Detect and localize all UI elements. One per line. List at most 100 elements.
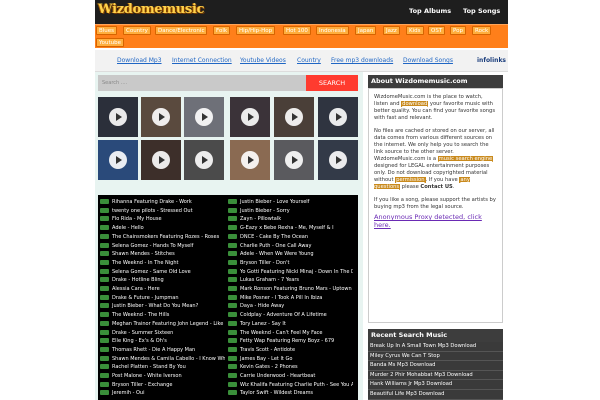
song-row[interactable]: Rachel Platten - Stand By You <box>100 363 225 371</box>
video-thumbnail[interactable] <box>184 97 224 137</box>
song-row[interactable]: The Weeknd - The Hills <box>100 311 225 319</box>
recent-search-item[interactable]: Hank Williams Jr Mp3 Download <box>368 380 503 390</box>
song-row[interactable]: Mark Ronson Featuring Bruno Mars - Uptow… <box>228 285 353 293</box>
download-icon[interactable] <box>228 329 237 335</box>
download-icon[interactable] <box>228 381 237 387</box>
genre-country[interactable]: Country <box>123 26 151 35</box>
nav-top-songs[interactable]: Top Songs <box>463 7 500 15</box>
download-icon[interactable] <box>228 294 237 300</box>
download-icon[interactable] <box>228 312 237 318</box>
video-thumbnail[interactable] <box>141 140 181 180</box>
video-thumbnail[interactable] <box>98 97 138 137</box>
recent-search-item[interactable]: Break Up In A Small Town Mp3 Download <box>368 342 503 352</box>
link-youtube-videos[interactable]: Youtube Videos <box>240 57 286 64</box>
video-thumbnail[interactable] <box>230 97 270 137</box>
song-row[interactable]: twenty one pilots - Stressed Out <box>100 207 225 215</box>
song-row[interactable]: Bryson Tiller - Exchange <box>100 381 225 389</box>
download-icon[interactable] <box>100 346 109 352</box>
download-icon[interactable] <box>228 225 237 231</box>
song-row[interactable]: DNCE - Cake By The Ocean <box>228 233 353 241</box>
download-icon[interactable] <box>100 329 109 335</box>
genre-hip-hop[interactable]: Hip/Hip-Hop <box>236 26 276 35</box>
proxy-warning-link[interactable]: Anonymous Proxy detected, click here. <box>374 213 499 229</box>
download-icon[interactable] <box>228 346 237 352</box>
contact-us-link[interactable]: Contact US <box>420 184 452 190</box>
song-row[interactable]: Drake & Future - Jumpman <box>100 294 225 302</box>
video-thumbnail[interactable] <box>274 140 314 180</box>
song-row[interactable]: Zayn - Pillowtalk <box>228 215 353 223</box>
song-row[interactable]: Alessia Cara - Here <box>100 285 225 293</box>
recent-search-item[interactable]: Banda Ms Mp3 Download <box>368 361 503 371</box>
genre-ost[interactable]: OST <box>428 26 446 35</box>
genre-folk[interactable]: Folk <box>213 26 231 35</box>
song-row[interactable]: Post Malone - White Iverson <box>100 372 225 380</box>
download-icon[interactable] <box>228 199 237 204</box>
song-row[interactable]: G-Eazy x Bebe Rexha - Me, Myself & I <box>228 224 353 232</box>
song-row[interactable]: Lukas Graham - 7 Years <box>228 276 353 284</box>
search-button[interactable]: SEARCH <box>306 75 358 91</box>
song-row[interactable]: Drake - Summer Sixteen <box>100 329 225 337</box>
song-row[interactable]: Elle King - Ex's & Oh's <box>100 337 225 345</box>
download-icon[interactable] <box>100 216 109 222</box>
genre-rock[interactable]: Rock <box>472 26 492 35</box>
download-icon[interactable] <box>100 312 109 318</box>
song-row[interactable]: Thomas Rhett - Die A Happy Man <box>100 346 225 354</box>
download-icon[interactable] <box>100 355 109 361</box>
link-country[interactable]: Country <box>297 57 321 64</box>
song-row[interactable]: Tory Lanez - Say It <box>228 320 353 328</box>
recent-search-item[interactable]: Beautiful Life Mp3 Download <box>368 389 503 400</box>
download-icon[interactable] <box>228 277 237 283</box>
song-row[interactable]: Kevin Gates - 2 Phones <box>228 363 353 371</box>
download-icon[interactable] <box>100 233 109 239</box>
song-row[interactable]: Coldplay - Adventure Of A Lifetime <box>228 311 353 319</box>
recent-search-item[interactable]: Murder 2 Phir Mohabbat Mp3 Download <box>368 370 503 381</box>
genre-japan[interactable]: Japan <box>355 26 377 35</box>
genre-blues[interactable]: Blues <box>96 26 118 35</box>
song-row[interactable]: Flo Rida - My House <box>100 215 225 223</box>
song-row[interactable]: Mike Posner - I Took A Pill In Ibiza <box>228 294 353 302</box>
song-row[interactable]: Selena Gomez - Same Old Love <box>100 268 225 276</box>
song-row[interactable]: Shawn Mendes - Stitches <box>100 250 225 258</box>
song-row[interactable]: Carrie Underwood - Heartbeat <box>228 372 353 380</box>
download-icon[interactable] <box>228 320 237 326</box>
song-row[interactable]: Taylor Swift - Wildest Dreams <box>228 389 353 397</box>
song-row[interactable]: The Weeknd - Can't Feel My Face <box>228 329 353 337</box>
download-icon[interactable] <box>100 320 109 326</box>
link-free-mp3-downloads[interactable]: Free mp3 downloads <box>331 57 393 64</box>
download-icon[interactable] <box>228 207 237 213</box>
song-row[interactable]: Justin Bieber - Love Yourself <box>228 198 353 206</box>
genre-hot-100[interactable]: Hot 100 <box>283 26 311 35</box>
download-icon[interactable] <box>100 251 109 257</box>
download-icon[interactable] <box>228 251 237 257</box>
video-thumbnail[interactable] <box>274 97 314 137</box>
recent-search-item[interactable]: Miley Cyrus We Can T Stop <box>368 351 503 362</box>
song-row[interactable]: Justin Bieber - What Do You Mean? <box>100 302 225 310</box>
nav-top-albums[interactable]: Top Albums <box>409 7 451 15</box>
download-icon[interactable] <box>228 216 237 222</box>
link-download-mp3[interactable]: Download Mp3 <box>117 57 162 64</box>
download-icon[interactable] <box>228 364 237 370</box>
video-thumbnail[interactable] <box>318 97 358 137</box>
genre-dance-electronic[interactable]: Dance/Electronic <box>155 26 208 35</box>
site-logo[interactable]: Wizdomemusic <box>98 2 205 17</box>
song-row[interactable]: Bryson Tiller - Don't <box>228 259 353 267</box>
download-icon[interactable] <box>228 233 237 239</box>
download-icon[interactable] <box>100 338 109 344</box>
download-icon[interactable] <box>228 242 237 248</box>
song-row[interactable]: Shawn Mendes & Camila Cabello - I Know W… <box>100 355 225 363</box>
download-icon[interactable] <box>228 355 237 361</box>
song-row[interactable]: Fetty Wap Featuring Remy Boyz - 679 <box>228 337 353 345</box>
download-icon[interactable] <box>228 286 237 291</box>
song-row[interactable]: Wiz Khalifa Featuring Charlie Puth - See… <box>228 381 353 389</box>
download-icon[interactable] <box>100 303 109 309</box>
song-row[interactable]: Daya - Hide Away <box>228 302 353 310</box>
genre-pop[interactable]: Pop <box>450 26 466 35</box>
song-row[interactable]: Rihanna Featuring Drake - Work <box>100 198 225 206</box>
download-icon[interactable] <box>100 207 109 213</box>
song-row[interactable]: Travis Scott - Antidote <box>228 346 353 354</box>
song-row[interactable]: Adele - When We Were Young <box>228 250 353 258</box>
download-icon[interactable] <box>228 303 237 309</box>
song-row[interactable]: Selena Gomez - Hands To Myself <box>100 242 225 250</box>
song-row[interactable]: Charlie Puth - One Call Away <box>228 242 353 250</box>
download-link[interactable]: download <box>401 101 429 107</box>
